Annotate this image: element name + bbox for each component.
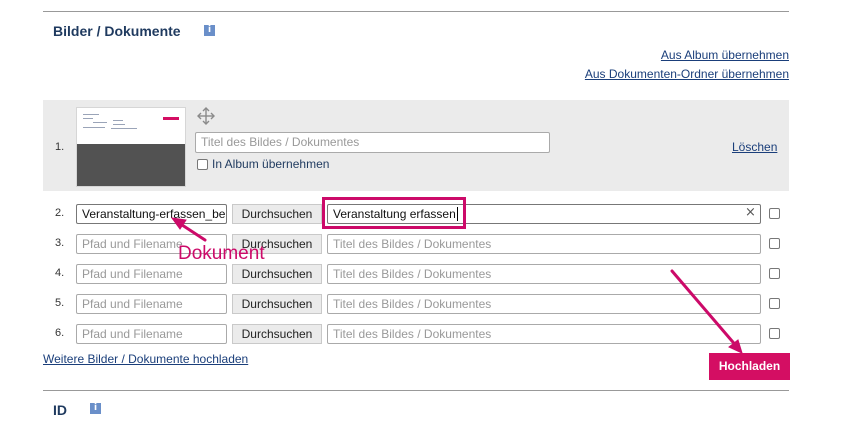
annotation-label: Dokument (178, 243, 265, 264)
more-uploads-link[interactable]: Weitere Bilder / Dokumente hochladen (43, 352, 248, 366)
top-divider (43, 11, 789, 12)
document-thumbnail[interactable] (76, 107, 186, 187)
row-number: 3. (55, 237, 65, 249)
existing-title-input[interactable]: Titel des Bildes / Dokumentes (195, 132, 550, 153)
row-checkbox[interactable] (769, 208, 780, 219)
upload-button[interactable]: Hochladen (709, 353, 790, 380)
clear-icon[interactable]: × (745, 205, 756, 220)
file-path-input[interactable]: Pfad und Filename (76, 264, 227, 284)
file-path-input[interactable]: Veranstaltung-erfassen_be (76, 204, 227, 224)
section-title-id: ID (53, 402, 67, 418)
row-number: 1. (55, 141, 65, 153)
link-aus-album[interactable]: Aus Album übernehmen (661, 48, 789, 62)
row-checkbox[interactable] (769, 238, 780, 249)
file-path-input[interactable]: Pfad und Filename (76, 294, 227, 314)
row-number: 2. (55, 207, 65, 219)
browse-button[interactable]: Durchsuchen (232, 294, 322, 314)
row-number: 6. (55, 327, 65, 339)
section-title-bilder: Bilder / Dokumente (53, 23, 181, 39)
document-title-input[interactable]: Titel des Bildes / Dokumentes (327, 234, 761, 254)
row-checkbox[interactable] (769, 298, 780, 309)
info-icon[interactable]: i (204, 25, 215, 36)
row-checkbox[interactable] (769, 328, 780, 339)
album-checkbox-label: In Album übernehmen (212, 157, 330, 171)
info-icon[interactable]: i (90, 403, 101, 414)
title-highlight-box (322, 197, 466, 229)
thumbnail-accent (163, 117, 179, 120)
file-path-input[interactable]: Pfad und Filename (76, 324, 227, 344)
link-aus-dokumenten-ordner[interactable]: Aus Dokumenten-Ordner übernehmen (585, 67, 789, 81)
document-title-input[interactable]: Titel des Bildes / Dokumentes (327, 324, 761, 344)
document-title-input[interactable]: Titel des Bildes / Dokumentes (327, 264, 761, 284)
browse-button[interactable]: Durchsuchen (232, 264, 322, 284)
delete-link[interactable]: Löschen (732, 140, 777, 154)
document-title-input[interactable]: Titel des Bildes / Dokumentes (327, 294, 761, 314)
album-checkbox[interactable] (197, 159, 208, 170)
browse-button[interactable]: Durchsuchen (232, 204, 322, 224)
row-number: 4. (55, 267, 65, 279)
section-divider (43, 390, 789, 391)
browse-button[interactable]: Durchsuchen (232, 324, 322, 344)
thumbnail-footer (77, 144, 185, 186)
row-checkbox[interactable] (769, 268, 780, 279)
move-icon[interactable] (196, 106, 216, 126)
row-number: 5. (55, 297, 65, 309)
